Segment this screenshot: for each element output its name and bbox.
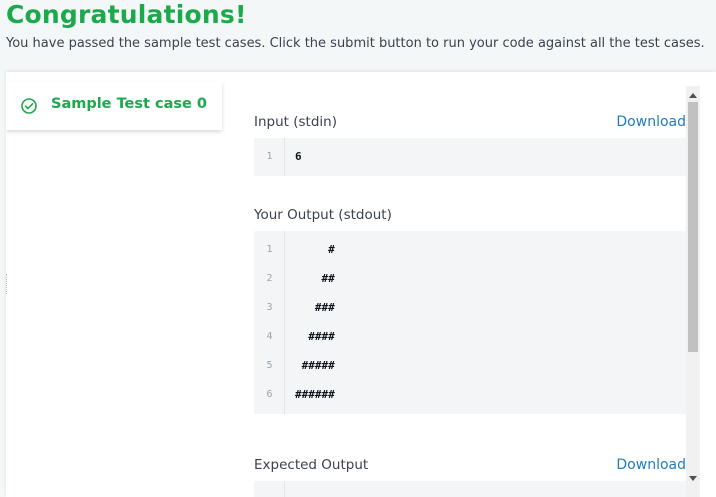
scroll-down-icon[interactable] [689,476,697,481]
line-number: 5 [266,360,273,371]
input-download-link[interactable]: Download [616,114,686,130]
line-text: #### [295,330,335,343]
code-line: 6 ###### [254,380,686,409]
line-text: # [295,243,335,256]
line-number: 6 [266,389,273,400]
tab-label: Sample Test case 0 [51,96,207,112]
test-case-details: Input (stdin) Download 1 6 Your Output (… [254,72,686,497]
expected-output-download-link[interactable]: Download [616,457,686,473]
result-banner: Congratulations! You have passed the sam… [6,0,716,68]
line-text: ### [295,301,335,314]
line-gutter [254,481,285,497]
input-title: Input (stdin) [254,114,337,130]
line-number: 1 [266,244,273,255]
congratulations-title: Congratulations! [6,0,247,29]
your-output-code-block: 1 # 2 ## 3 ### 4 #### 5 ##### 6 ###### [254,231,686,414]
input-section-header: Input (stdin) Download [254,114,686,134]
line-number: 2 [266,273,273,284]
code-line: 1 # [254,235,686,264]
line-text: 6 [295,150,302,163]
your-output-title: Your Output (stdout) [254,207,392,223]
code-line: 3 ### [254,293,686,322]
tab-sample-test-case-0[interactable]: Sample Test case 0 [6,82,222,130]
resize-grip-icon[interactable] [6,274,8,294]
test-results-panel: Sample Test case 0 Input (stdin) Downloa… [6,72,716,497]
code-line: 1 6 [254,142,686,171]
expected-output-code-block [254,481,686,497]
line-number: 1 [266,151,273,162]
line-text: ##### [295,359,335,372]
code-line: 5 ##### [254,351,686,380]
code-line: 2 ## [254,264,686,293]
scrollbar-thumb[interactable] [688,102,698,352]
line-text: ## [295,272,335,285]
your-output-section-header: Your Output (stdout) [254,207,686,227]
scroll-up-icon[interactable] [689,93,697,98]
check-circle-icon [20,97,38,115]
code-line: 4 #### [254,322,686,351]
vertical-scrollbar[interactable] [686,86,700,497]
line-number: 4 [266,331,273,342]
expected-output-title: Expected Output [254,457,369,473]
line-number: 3 [266,302,273,313]
result-message: You have passed the sample test cases. C… [6,36,705,51]
line-text: ###### [295,388,335,401]
expected-output-section-header: Expected Output Download [254,457,686,477]
input-code-block: 1 6 [254,138,686,176]
